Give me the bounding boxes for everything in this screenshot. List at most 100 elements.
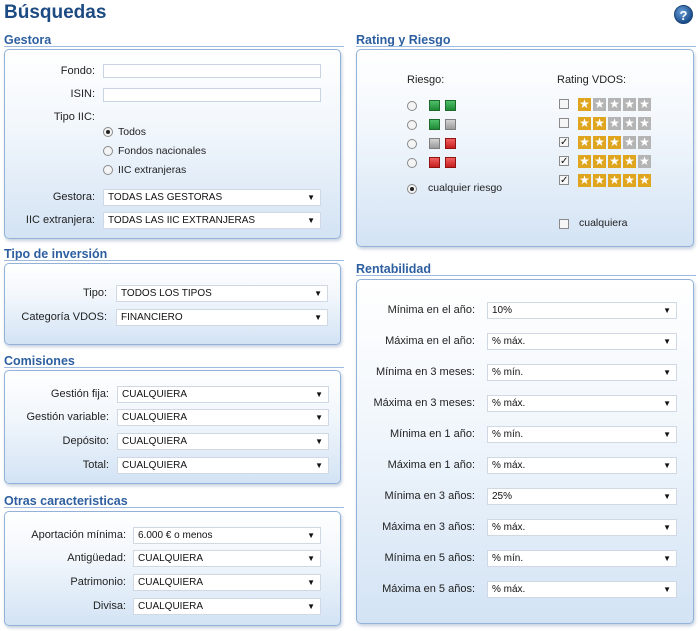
chevron-down-icon: ▼ <box>663 523 671 532</box>
star-rating: ★ ★ ★ ★ ★ <box>578 117 652 130</box>
iic-extranjera-label: IIC extranjera: <box>25 214 95 226</box>
chevron-down-icon: ▼ <box>663 585 671 594</box>
chevron-down-icon: ▼ <box>307 578 315 587</box>
chevron-down-icon: ▼ <box>314 289 322 298</box>
star-icon: ★ <box>578 135 591 149</box>
star-icon: ★ <box>593 154 606 168</box>
chevron-down-icon: ▼ <box>315 437 323 446</box>
risk-green-square-icon <box>445 100 456 111</box>
tipo-inversion-select[interactable]: TODOS LOS TIPOS ▼ <box>116 285 328 302</box>
panel-comisiones: Gestión fija: CUALQUIERA ▼ Gestión varia… <box>4 370 341 484</box>
rentabilidad-select[interactable]: 10% ▼ <box>487 302 677 319</box>
gestion-fija-select[interactable]: CUALQUIERA ▼ <box>117 386 329 403</box>
chevron-down-icon: ▼ <box>663 368 671 377</box>
star-icon: ★ <box>623 154 636 168</box>
star-icon: ★ <box>638 116 651 130</box>
rentabilidad-select-value: 10% <box>492 305 513 316</box>
chevron-down-icon: ▼ <box>663 306 671 315</box>
antiguedad-select[interactable]: CUALQUIERA ▼ <box>133 550 321 567</box>
star-icon: ★ <box>638 173 651 187</box>
rentabilidad-select-value: % mín. <box>492 429 524 440</box>
categoria-vdos-label: Categoría VDOS: <box>21 311 107 323</box>
star-icon: ★ <box>578 97 591 111</box>
section-divider <box>356 46 696 47</box>
riesgo-radio-1[interactable] <box>407 101 417 111</box>
rating-vdos-check-3[interactable]: ✓ <box>559 137 569 148</box>
riesgo-radio-4[interactable] <box>407 158 417 168</box>
chevron-down-icon: ▼ <box>663 337 671 346</box>
aportacion-minima-select[interactable]: 6.000 € o menos ▼ <box>133 527 321 544</box>
rating-vdos-check-4[interactable]: ✓ <box>559 156 569 167</box>
total-select-value: CUALQUIERA <box>122 460 188 471</box>
rating-vdos-check-any[interactable] <box>559 219 569 229</box>
chevron-down-icon: ▼ <box>663 554 671 563</box>
star-icon: ★ <box>608 173 621 187</box>
gestion-variable-select-value: CUALQUIERA <box>122 412 188 423</box>
rentabilidad-select[interactable]: % máx. ▼ <box>487 457 677 474</box>
categoria-vdos-select-value: FINANCIERO <box>121 312 183 323</box>
star-icon: ★ <box>623 173 636 187</box>
isin-input[interactable] <box>103 88 321 102</box>
tipo-iic-label: Tipo IIC: <box>53 111 95 123</box>
section-title-rentabilidad: Rentabilidad <box>356 262 432 276</box>
riesgo-radio-any[interactable] <box>407 184 417 194</box>
risk-red-square-icon <box>445 157 456 168</box>
rentabilidad-select[interactable]: % mín. ▼ <box>487 364 677 381</box>
tipo-iic-radio-nacionales[interactable] <box>103 146 113 156</box>
gestion-fija-select-value: CUALQUIERA <box>122 389 188 400</box>
help-icon[interactable]: ? <box>674 5 693 24</box>
patrimonio-select[interactable]: CUALQUIERA ▼ <box>133 574 321 591</box>
rentabilidad-select[interactable]: 25% ▼ <box>487 488 677 505</box>
isin-label: ISIN: <box>70 88 95 100</box>
riesgo-radio-3[interactable] <box>407 139 417 149</box>
rentabilidad-select[interactable]: % mín. ▼ <box>487 426 677 443</box>
star-icon: ★ <box>593 116 606 130</box>
rentabilidad-label: Mínima en 3 meses: <box>375 366 475 378</box>
rating-vdos-check-2[interactable] <box>559 118 569 128</box>
rentabilidad-select[interactable]: % máx. ▼ <box>487 581 677 598</box>
panel-gestora: Fondo: ISIN: Tipo IIC: Todos Fondos naci… <box>4 49 341 239</box>
iic-extranjera-select[interactable]: TODAS LAS IIC EXTRANJERAS ▼ <box>103 212 321 229</box>
rentabilidad-select[interactable]: % máx. ▼ <box>487 519 677 536</box>
gestion-variable-select[interactable]: CUALQUIERA ▼ <box>117 409 329 426</box>
rentabilidad-select[interactable]: % máx. ▼ <box>487 333 677 350</box>
rentabilidad-label: Mínima en 1 año: <box>390 428 475 440</box>
tipo-iic-option-label: IIC extranjeras <box>118 164 187 176</box>
star-rating: ★ ★ ★ ★ ★ <box>578 136 652 149</box>
categoria-vdos-select[interactable]: FINANCIERO ▼ <box>116 309 328 326</box>
star-icon: ★ <box>578 173 591 187</box>
rentabilidad-select-value: % máx. <box>492 584 526 595</box>
section-divider <box>4 260 344 261</box>
rentabilidad-label: Máxima en 3 meses: <box>373 397 475 409</box>
rentabilidad-label: Máxima en 5 años: <box>382 583 475 595</box>
rentabilidad-select[interactable]: % mín. ▼ <box>487 550 677 567</box>
tipo-iic-radio-todos[interactable] <box>103 127 113 137</box>
deposito-label: Depósito: <box>62 435 109 447</box>
divisa-label: Divisa: <box>92 600 126 612</box>
star-icon: ★ <box>638 135 651 149</box>
gestora-select[interactable]: TODAS LAS GESTORAS ▼ <box>103 189 321 206</box>
star-icon: ★ <box>593 135 606 149</box>
rating-vdos-check-1[interactable] <box>559 99 569 109</box>
chevron-down-icon: ▼ <box>663 399 671 408</box>
rating-vdos-check-5[interactable]: ✓ <box>559 175 569 186</box>
star-rating: ★ ★ ★ ★ ★ <box>578 155 652 168</box>
deposito-select[interactable]: CUALQUIERA ▼ <box>117 433 329 450</box>
riesgo-radio-2[interactable] <box>407 120 417 130</box>
fondo-input[interactable] <box>103 64 321 78</box>
tipo-inversion-select-value: TODOS LOS TIPOS <box>121 288 212 299</box>
aportacion-minima-label: Aportación mínima: <box>31 529 126 541</box>
section-title-rating: Rating y Riesgo <box>356 33 451 47</box>
riesgo-label: Riesgo: <box>407 74 445 86</box>
star-rating: ★ ★ ★ ★ ★ <box>578 98 652 111</box>
panel-rating-riesgo: Riesgo: Rating VDOS: cualquier riesgo ★ ★… <box>356 49 694 247</box>
section-divider <box>4 367 344 368</box>
tipo-iic-radio-extranjeras[interactable] <box>103 165 113 175</box>
star-icon: ★ <box>623 116 636 130</box>
divisa-select[interactable]: CUALQUIERA ▼ <box>133 598 321 615</box>
tipo-inversion-label: Tipo: <box>82 287 107 299</box>
risk-red-square-icon <box>429 157 440 168</box>
total-select[interactable]: CUALQUIERA ▼ <box>117 457 329 474</box>
rentabilidad-select[interactable]: % máx. ▼ <box>487 395 677 412</box>
section-title-otras: Otras caracteristicas <box>4 494 128 508</box>
